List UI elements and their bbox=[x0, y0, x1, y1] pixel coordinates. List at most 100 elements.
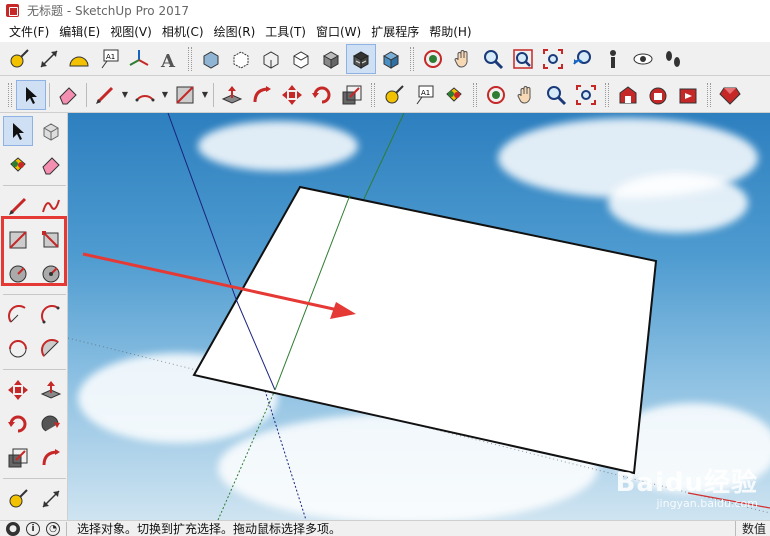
geolocation-icon[interactable]: ● bbox=[6, 521, 20, 536]
window-title: 无标题 - SketchUp Pro 2017 bbox=[27, 3, 189, 18]
3d-text-icon[interactable]: A bbox=[154, 44, 184, 74]
xray-icon[interactable] bbox=[196, 44, 226, 74]
zoom-extents-icon[interactable] bbox=[538, 44, 568, 74]
tape-measure-icon[interactable] bbox=[379, 80, 409, 110]
arc-icon[interactable] bbox=[130, 80, 160, 110]
zoom-window-icon[interactable] bbox=[508, 44, 538, 74]
select-icon[interactable] bbox=[16, 79, 46, 110]
rectangle-face[interactable] bbox=[192, 185, 658, 475]
info-icon[interactable]: i bbox=[26, 521, 40, 536]
push-pull-icon[interactable] bbox=[36, 375, 66, 405]
status-message: 选择对象。切换到扩充选择。拖动鼠标选择多项。 bbox=[77, 522, 342, 536]
toolbar-grip[interactable] bbox=[605, 82, 609, 107]
component-icon[interactable] bbox=[36, 116, 66, 146]
paint-bucket-icon[interactable] bbox=[3, 150, 33, 180]
toolbar-grip[interactable] bbox=[8, 82, 12, 107]
hidden-line-icon[interactable] bbox=[286, 44, 316, 74]
look-around-icon[interactable] bbox=[628, 44, 658, 74]
menu-camera[interactable]: 相机(C) bbox=[157, 23, 209, 40]
two-point-arc-icon[interactable] bbox=[36, 300, 66, 330]
tape-measure-icon[interactable] bbox=[4, 44, 34, 74]
tape-measure-icon[interactable] bbox=[3, 484, 33, 514]
axes-icon[interactable] bbox=[124, 44, 154, 74]
highlight-box-shape-tools bbox=[1, 216, 67, 286]
rotate-icon[interactable] bbox=[3, 409, 33, 439]
construction-views-toolbar: A1 A bbox=[0, 42, 770, 76]
menu-edit[interactable]: 编辑(E) bbox=[54, 23, 105, 40]
blue-axis bbox=[167, 113, 237, 300]
share-model-icon[interactable] bbox=[673, 80, 703, 110]
eraser-icon[interactable] bbox=[36, 150, 66, 180]
menu-draw[interactable]: 绘图(R) bbox=[209, 23, 261, 40]
toolbar-separator bbox=[3, 185, 66, 186]
move-icon[interactable] bbox=[3, 375, 33, 405]
text-icon[interactable]: A1 bbox=[409, 80, 439, 110]
wireframe-icon[interactable] bbox=[256, 44, 286, 74]
eraser-icon[interactable] bbox=[53, 80, 83, 110]
walk-icon[interactable] bbox=[658, 44, 688, 74]
measurements-label[interactable]: 数值 bbox=[734, 521, 766, 536]
toolbar-grip[interactable] bbox=[188, 46, 192, 71]
svg-text:A: A bbox=[160, 51, 176, 70]
zoom-extents-icon[interactable] bbox=[571, 80, 601, 110]
menu-tools[interactable]: 工具(T) bbox=[260, 23, 311, 40]
toolbar-grip[interactable] bbox=[410, 46, 414, 71]
previous-view-icon[interactable] bbox=[568, 44, 598, 74]
svg-text:A1: A1 bbox=[106, 53, 115, 61]
toolbar-separator bbox=[3, 294, 66, 295]
arc-dropdown-icon[interactable]: ▼ bbox=[160, 80, 170, 110]
zoom-icon[interactable] bbox=[478, 44, 508, 74]
dimension-icon[interactable] bbox=[36, 484, 66, 514]
baidu-watermark: Baidu经验 jingyan.baidu.com bbox=[616, 462, 758, 510]
watermark-logo: Baidu经验 bbox=[615, 468, 758, 498]
warehouse-icon[interactable] bbox=[613, 80, 643, 110]
orbit-icon[interactable] bbox=[481, 80, 511, 110]
pencil-icon[interactable] bbox=[90, 80, 120, 110]
extension-warehouse-icon[interactable] bbox=[643, 80, 673, 110]
pan-icon[interactable] bbox=[511, 80, 541, 110]
menu-extensions[interactable]: 扩展程序 bbox=[366, 23, 424, 40]
ruby-icon[interactable] bbox=[715, 80, 745, 110]
scale-icon[interactable] bbox=[3, 443, 33, 473]
move-icon[interactable] bbox=[277, 80, 307, 110]
menu-file[interactable]: 文件(F) bbox=[4, 23, 54, 40]
orbit-icon[interactable] bbox=[418, 44, 448, 74]
position-camera-icon[interactable] bbox=[598, 44, 628, 74]
menu-view[interactable]: 视图(V) bbox=[105, 23, 157, 40]
follow-me-icon[interactable] bbox=[36, 409, 66, 439]
rectangle-icon[interactable] bbox=[170, 80, 200, 110]
drawing-viewport[interactable]: Baidu经验 jingyan.baidu.com bbox=[68, 113, 770, 520]
toolbar-grip[interactable] bbox=[473, 82, 477, 107]
rotate-icon[interactable] bbox=[307, 80, 337, 110]
toolbar-grip[interactable] bbox=[707, 82, 711, 107]
shaded-icon[interactable] bbox=[316, 44, 346, 74]
menu-window[interactable]: 窗口(W) bbox=[311, 23, 366, 40]
arc-icon[interactable] bbox=[3, 300, 33, 330]
shaded-textures-icon[interactable] bbox=[346, 43, 376, 74]
menu-bar: 文件(F) 编辑(E) 视图(V) 相机(C) 绘图(R) 工具(T) 窗口(W… bbox=[0, 20, 770, 42]
toolbar-separator bbox=[3, 369, 66, 370]
paint-bucket-icon[interactable] bbox=[439, 80, 469, 110]
pencil-dropdown-icon[interactable]: ▼ bbox=[120, 80, 130, 110]
text-icon[interactable]: A1 bbox=[94, 44, 124, 74]
protractor-icon[interactable] bbox=[64, 44, 94, 74]
follow-me-icon[interactable] bbox=[247, 80, 277, 110]
menu-help[interactable]: 帮助(H) bbox=[424, 23, 476, 40]
push-pull-icon[interactable] bbox=[217, 80, 247, 110]
pan-icon[interactable] bbox=[448, 44, 478, 74]
rectangle-dropdown-icon[interactable]: ▼ bbox=[200, 80, 210, 110]
dimension-icon[interactable] bbox=[34, 44, 64, 74]
pie-icon[interactable] bbox=[36, 334, 66, 364]
monochrome-icon[interactable] bbox=[376, 44, 406, 74]
offset-icon[interactable] bbox=[36, 443, 66, 473]
user-account-icon[interactable]: ◔ bbox=[46, 521, 60, 536]
three-point-arc-icon[interactable] bbox=[3, 334, 33, 364]
title-bar: 无标题 - SketchUp Pro 2017 bbox=[0, 0, 770, 20]
toolbar-separator bbox=[3, 478, 66, 479]
svg-text:A1: A1 bbox=[421, 89, 430, 97]
zoom-icon[interactable] bbox=[541, 80, 571, 110]
scale-icon[interactable] bbox=[337, 80, 367, 110]
select-icon[interactable] bbox=[3, 116, 33, 146]
toolbar-grip[interactable] bbox=[371, 82, 375, 107]
back-edges-icon[interactable] bbox=[226, 44, 256, 74]
